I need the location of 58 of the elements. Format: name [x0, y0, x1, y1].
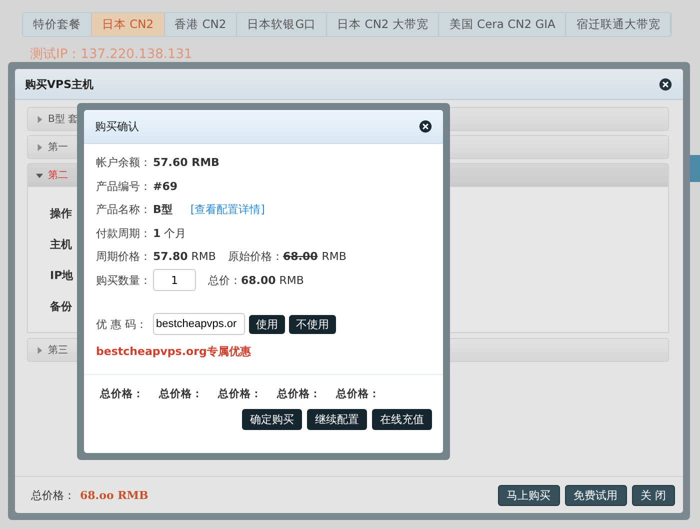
- close-icon[interactable]: [419, 120, 432, 133]
- dialog-button[interactable]: 在线充值: [372, 409, 432, 430]
- tab[interactable]: 香港 CN2: [164, 13, 238, 36]
- caret-right-icon: [36, 346, 43, 354]
- tab[interactable]: 日本 CN2 大带宽: [327, 13, 440, 36]
- caret-down-icon: [36, 172, 43, 178]
- field-label: 产品名称：: [96, 202, 151, 218]
- section-title: 第二: [48, 169, 68, 182]
- coupon-field[interactable]: bestcheapvps.or: [153, 313, 245, 335]
- total-label: 总价格：: [277, 387, 321, 401]
- dialog-title: 购买确认: [95, 119, 140, 134]
- original-price: 68.00: [282, 250, 318, 264]
- details-link[interactable]: [查看配置详情]: [190, 202, 265, 218]
- field-value: B型: [153, 202, 172, 218]
- dialog-button[interactable]: 马上购买: [498, 484, 560, 506]
- tab[interactable]: 美国 Cera CN2 GIA: [439, 13, 566, 36]
- coupon-button[interactable]: 使用: [249, 314, 285, 334]
- section-title: B型 套: [48, 112, 78, 126]
- close-icon[interactable]: [659, 78, 672, 90]
- caret-right-icon: [36, 116, 43, 122]
- dialog-button[interactable]: 继续配置: [307, 409, 367, 430]
- caret-right-icon: [36, 144, 43, 150]
- field-label: 总价：: [208, 272, 241, 288]
- coupon-button[interactable]: 不使用: [289, 314, 336, 334]
- promo-text: bestcheapvps.org专属优惠: [96, 344, 252, 359]
- test-ip-text: 测试IP：137.220.138.131: [30, 46, 194, 63]
- field-label: 操作: [50, 207, 72, 220]
- total-label: 总价格：: [31, 488, 75, 502]
- field-label: IP地: [50, 269, 74, 282]
- dialog-button[interactable]: 关 闭: [632, 484, 675, 506]
- total-label: 总价格：: [336, 387, 380, 401]
- dialog-button[interactable]: 免费试用: [564, 484, 626, 506]
- dialog-title: 购买VPS主机: [25, 76, 94, 92]
- dialog-button[interactable]: 确定购买: [242, 409, 302, 430]
- section-title: 第一: [48, 141, 68, 154]
- field-value: 57.80 RMB: [153, 250, 216, 264]
- field-label: 备份: [50, 300, 72, 313]
- field-value: 1 个月: [153, 226, 186, 241]
- total-label: 总价格：: [159, 387, 203, 401]
- field-label: 购买数量：: [96, 272, 151, 288]
- field-label: 原始价格：: [228, 249, 283, 264]
- tab[interactable]: 宿迁联通大带宽: [566, 13, 672, 36]
- total-label: 总价格：: [218, 387, 262, 401]
- currency-text: RMB: [322, 250, 346, 264]
- field-label: 周期价格：: [96, 249, 151, 264]
- quantity-field[interactable]: 1: [153, 269, 196, 292]
- field-value: #69: [153, 180, 178, 193]
- section-title: 第三: [48, 344, 68, 357]
- total-label: 总价格：: [100, 387, 144, 401]
- field-label: 优 惠 码：: [96, 316, 147, 332]
- field-label: 付款周期：: [96, 226, 151, 241]
- field-label: 帐户余额：: [96, 155, 151, 170]
- field-label: 产品编号：: [96, 178, 151, 194]
- field-value: 57.60 RMB: [153, 156, 220, 170]
- field-label: 主机: [50, 238, 72, 251]
- field-value: 68.00 RMB: [241, 274, 304, 287]
- tab[interactable]: 日本软银G口: [237, 13, 328, 36]
- total-value: 68.oo RMB: [80, 488, 148, 502]
